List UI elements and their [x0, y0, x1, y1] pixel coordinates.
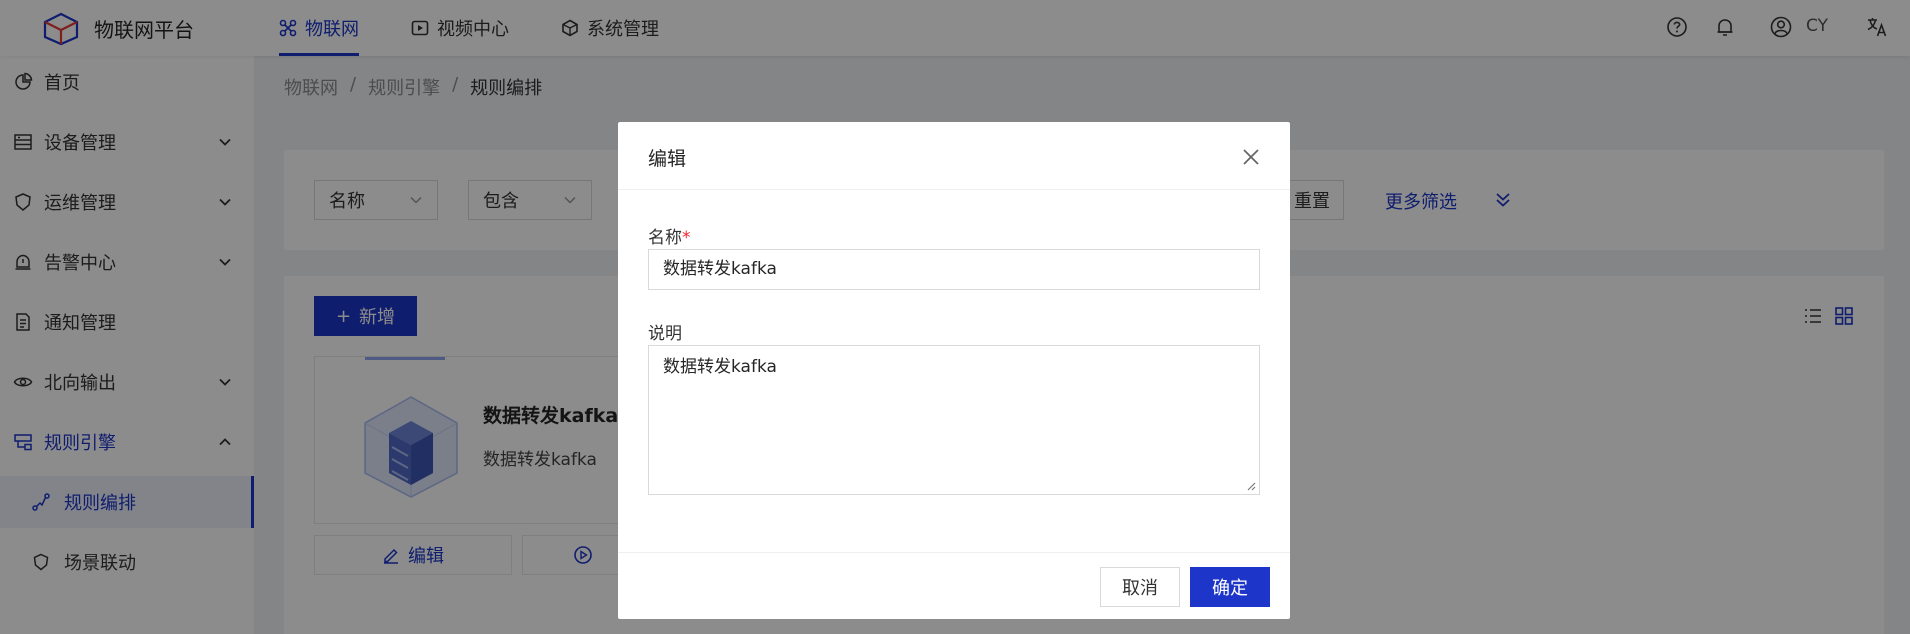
confirm-button[interactable]: 确定 [1190, 567, 1270, 607]
name-field-label: 名称* [648, 223, 691, 248]
required-mark: * [682, 228, 691, 248]
cancel-button[interactable]: 取消 [1100, 567, 1180, 607]
description-field-label: 说明 [648, 324, 682, 344]
close-icon[interactable] [1242, 148, 1260, 166]
name-label-text: 名称 [648, 228, 682, 248]
modal-title: 编辑 [648, 148, 687, 170]
name-input[interactable]: 数据转发kafka [648, 249, 1260, 290]
description-textarea[interactable]: 数据转发kafka [648, 345, 1260, 495]
resize-handle-icon[interactable] [1246, 481, 1256, 491]
modal-header: 编辑 [618, 122, 1290, 190]
description-value: 数据转发kafka [663, 357, 777, 377]
edit-modal: 编辑 名称* 数据转发kafka 说明 数据转发kafka 取消 确定 [618, 122, 1290, 619]
